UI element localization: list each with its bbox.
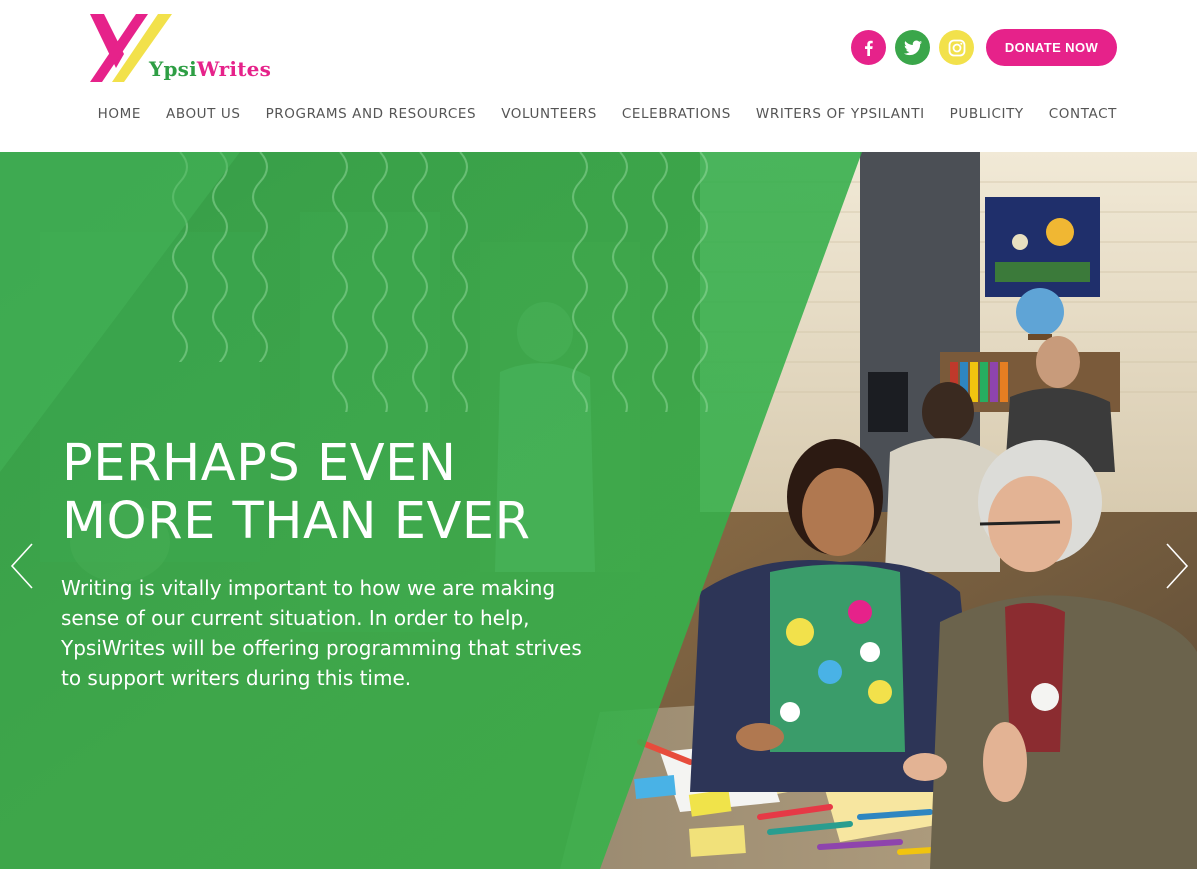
site-header: YpsiWrites DONATE NOW HOME ABOUT US PROG…	[0, 0, 1197, 152]
hero-slider: PERHAPS EVEN MORE THAN EVER Writing is v…	[0, 152, 1197, 869]
slider-prev-button[interactable]	[8, 542, 36, 590]
instagram-icon	[948, 39, 965, 56]
facebook-button[interactable]	[851, 30, 886, 65]
twitter-icon	[903, 40, 922, 55]
donate-now-button[interactable]: DONATE NOW	[986, 29, 1117, 66]
nav-item-programs-and-resources[interactable]: PROGRAMS AND RESOURCES	[266, 106, 477, 122]
hero-title-line-2: MORE THAN EVER	[62, 492, 531, 551]
twitter-button[interactable]	[895, 30, 930, 65]
ypsiwrites-logo[interactable]: YpsiWrites	[88, 10, 288, 86]
chevron-left-icon	[10, 543, 33, 589]
instagram-button[interactable]	[939, 30, 974, 65]
hero-title-line-1: PERHAPS EVEN	[62, 434, 457, 493]
nav-item-publicity[interactable]: PUBLICITY	[950, 106, 1024, 122]
facebook-icon	[864, 40, 873, 56]
slider-next-button[interactable]	[1163, 542, 1191, 590]
main-nav: HOME ABOUT US PROGRAMS AND RESOURCES VOL…	[98, 106, 1117, 122]
logo-wordmark: YpsiWrites	[149, 57, 271, 81]
nav-item-contact[interactable]: CONTACT	[1049, 106, 1117, 122]
chevron-right-icon	[1166, 543, 1189, 589]
hero-description: Writing is vitally important to how we a…	[61, 576, 582, 690]
logo-text-writes: Writes	[196, 57, 272, 81]
logo-text-ypsi: Ypsi	[149, 57, 197, 81]
nav-item-home[interactable]: HOME	[98, 106, 141, 122]
hero-title: PERHAPS EVEN MORE THAN EVER	[62, 435, 531, 551]
nav-item-volunteers[interactable]: VOLUNTEERS	[501, 106, 597, 122]
nav-item-celebrations[interactable]: CELEBRATIONS	[622, 106, 731, 122]
nav-item-writers-of-ypsilanti[interactable]: WRITERS OF YPSILANTI	[756, 106, 925, 122]
nav-item-about-us[interactable]: ABOUT US	[166, 106, 241, 122]
